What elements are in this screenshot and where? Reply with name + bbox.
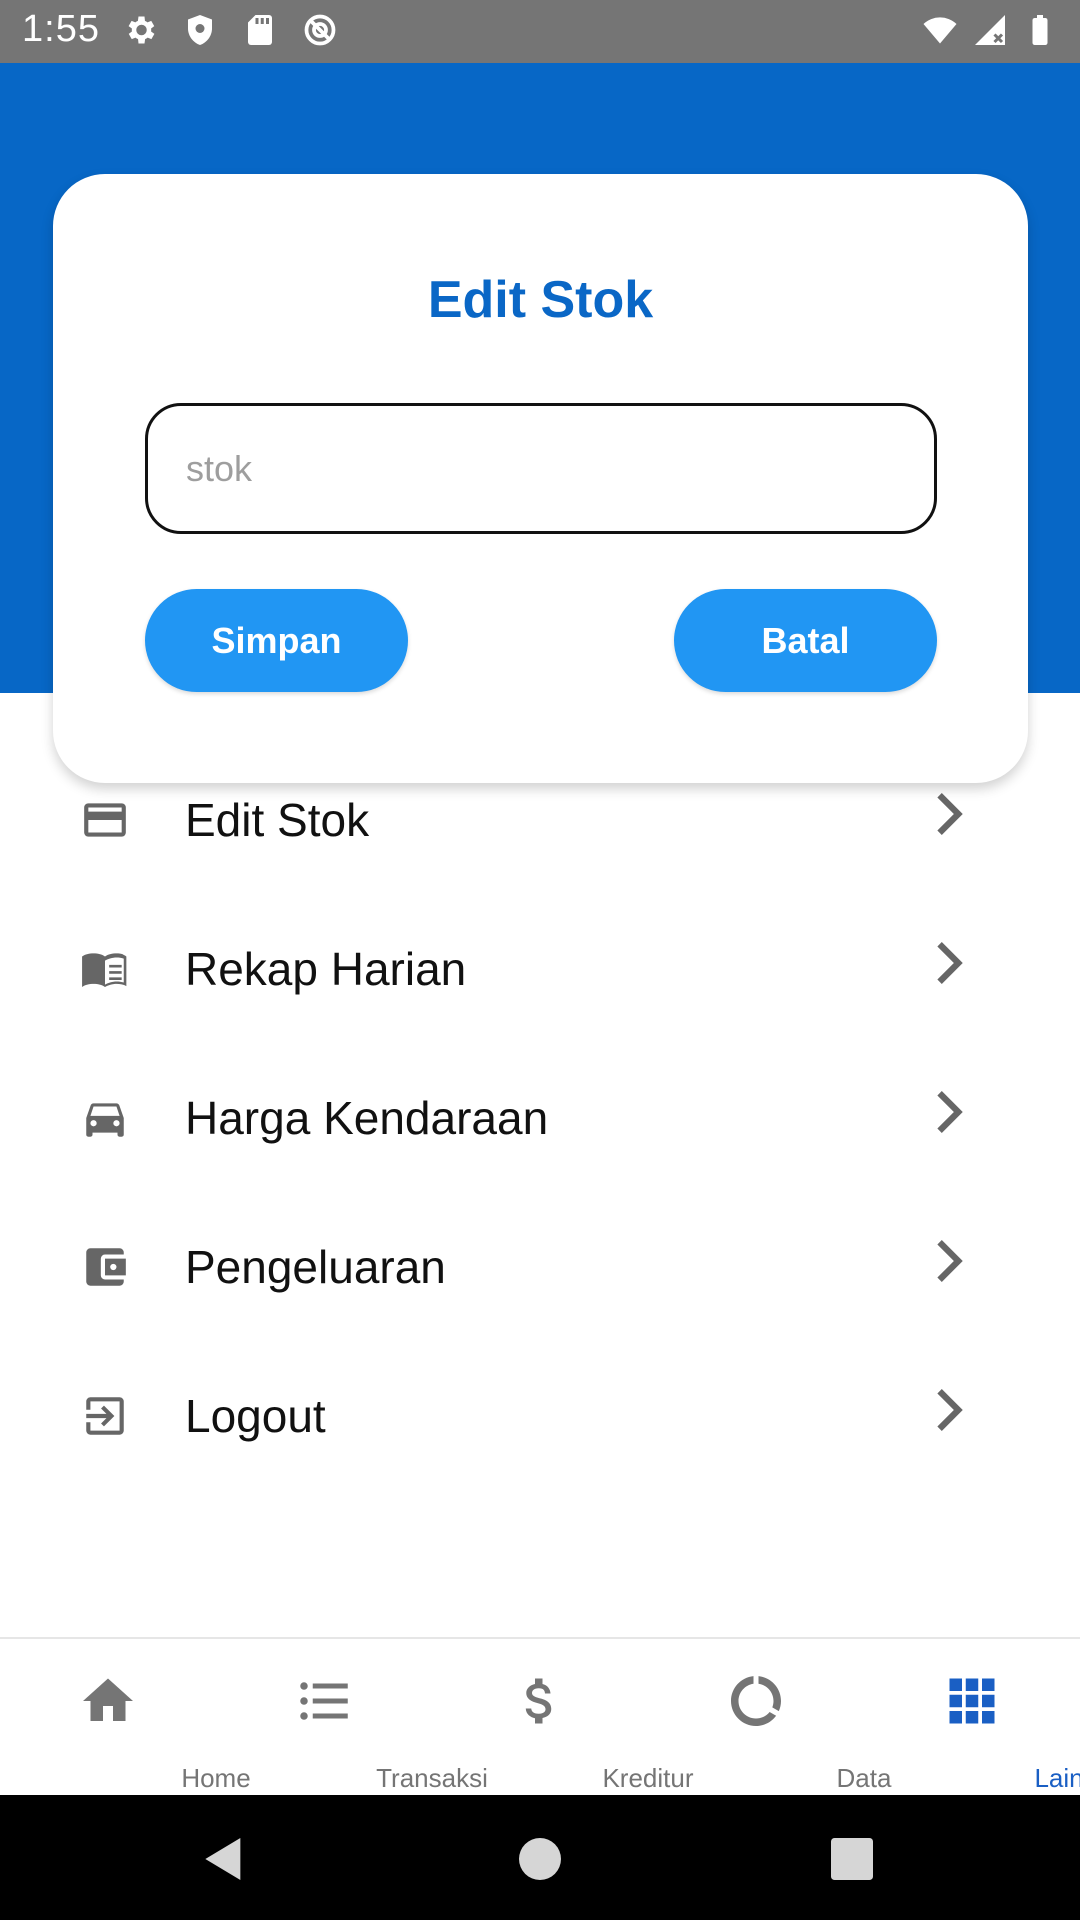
back-icon[interactable] — [196, 1831, 252, 1887]
grid-icon — [949, 1678, 995, 1724]
cancel-button[interactable]: Batal — [674, 589, 937, 692]
gear-icon — [128, 16, 155, 44]
nav-item-lainnya[interactable]: Lainnya — [864, 1639, 1080, 1795]
nav-label: Lainnya — [1034, 1763, 1080, 1793]
menu-item-pengeluaran[interactable]: Pengeluaran — [0, 1192, 1080, 1341]
chevron-right-icon — [937, 942, 963, 984]
menu-item-harga-kendaraan[interactable]: Harga Kendaraan — [0, 1043, 1080, 1192]
dialog-title: Edit Stok — [427, 271, 654, 329]
no-location-icon — [304, 14, 336, 46]
system-navigation-bar — [0, 1795, 1080, 1920]
nav-item-transaksi[interactable]: Transaksi — [216, 1639, 488, 1795]
nav-item-kreditur[interactable]: Kreditur — [432, 1639, 694, 1795]
signal-icon — [975, 15, 1005, 45]
chevron-right-icon — [937, 793, 963, 835]
wifi-icon — [923, 17, 957, 44]
book-icon — [82, 953, 127, 988]
donut-chart-icon — [731, 1676, 781, 1726]
chevron-right-icon — [937, 1389, 963, 1431]
home-icon — [83, 1678, 133, 1721]
status-right-icons — [922, 12, 1058, 48]
nav-item-home[interactable]: Home — [0, 1639, 251, 1795]
menu-item-logout[interactable]: Logout — [0, 1341, 1080, 1490]
logout-icon — [86, 1397, 124, 1435]
wallet-icon — [86, 1248, 126, 1286]
battery-icon — [1032, 15, 1048, 45]
dollar-icon — [525, 1678, 552, 1724]
sd-card-icon — [248, 15, 272, 45]
menu-item-label: Harga Kendaraan — [185, 1092, 549, 1144]
menu-item-rekap-harian[interactable]: Rekap Harian — [0, 894, 1080, 1043]
status-bar: 1:55 — [0, 0, 1080, 63]
menu-item-label: Logout — [185, 1390, 326, 1442]
list-icon — [300, 1682, 348, 1720]
chevron-right-icon — [937, 1091, 963, 1133]
credit-card-icon — [84, 803, 126, 837]
menu-item-label: Rekap Harian — [185, 943, 467, 995]
save-button[interactable]: Simpan — [145, 589, 408, 692]
menu-item-label: Pengeluaran — [185, 1241, 446, 1293]
shield-icon — [188, 15, 212, 45]
status-left-icons — [122, 12, 338, 48]
menu-item-label: Edit Stok — [185, 794, 370, 846]
car-icon — [86, 1103, 124, 1137]
edit-stok-dialog: Edit Stok Simpan Batal — [53, 174, 1028, 783]
bottom-navigation: Home Transaksi Kreditur Data Lainnya — [0, 1637, 1080, 1795]
status-time: 1:55 — [22, 8, 100, 50]
home-circle-icon[interactable] — [512, 1831, 568, 1887]
nav-item-data[interactable]: Data — [648, 1639, 891, 1795]
stok-input[interactable] — [145, 403, 937, 534]
chevron-right-icon — [937, 1240, 963, 1282]
recents-icon[interactable] — [824, 1831, 880, 1887]
